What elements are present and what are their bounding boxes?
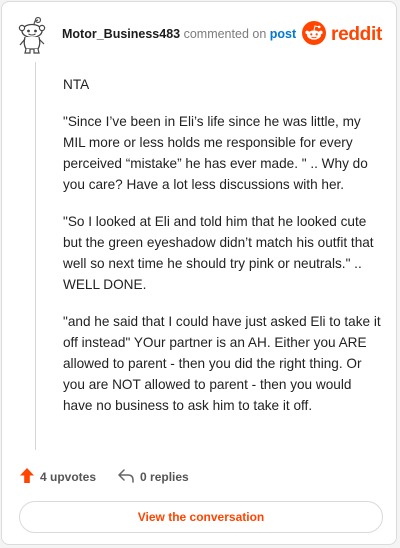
upvote-arrow-icon [20,468,40,486]
comment-card: Motor_Business483 commented on post redd… [1,1,397,545]
comment-paragraph: NTA [63,77,90,92]
comment-header: Motor_Business483 commented on post redd… [16,16,382,56]
upvote-button[interactable]: 4 upvotes [20,468,96,486]
post-link[interactable]: post [270,27,296,41]
reply-arrow-icon [118,468,140,486]
username-link[interactable]: Motor_Business483 [62,27,180,41]
snoo-avatar-icon[interactable] [16,16,52,56]
comment-meta: Motor_Business483 commented on post [62,27,296,41]
comment-paragraph: "Since I’ve been in Eli’s life since he … [63,114,368,192]
reply-count: 0 replies [140,470,189,484]
reddit-brand[interactable]: reddit [302,20,382,50]
comment-paragraph: "So I looked at Eli and told him that he… [63,214,374,292]
upvote-count: 4 upvotes [40,470,97,484]
thread-line[interactable] [35,62,36,450]
comment-paragraph: "and he said that I could have just aske… [63,314,381,413]
reddit-wordmark: reddit [331,24,382,45]
view-conversation-button[interactable]: View the conversation [19,501,383,533]
reddit-logo-icon [302,20,327,50]
reply-button[interactable]: 0 replies [118,468,189,486]
comment-footer: 4 upvotes 0 replies [20,467,211,487]
comment-body: NTA "Since I’ve been in Eli’s life since… [63,74,381,432]
commented-on-label: commented on [180,27,270,41]
